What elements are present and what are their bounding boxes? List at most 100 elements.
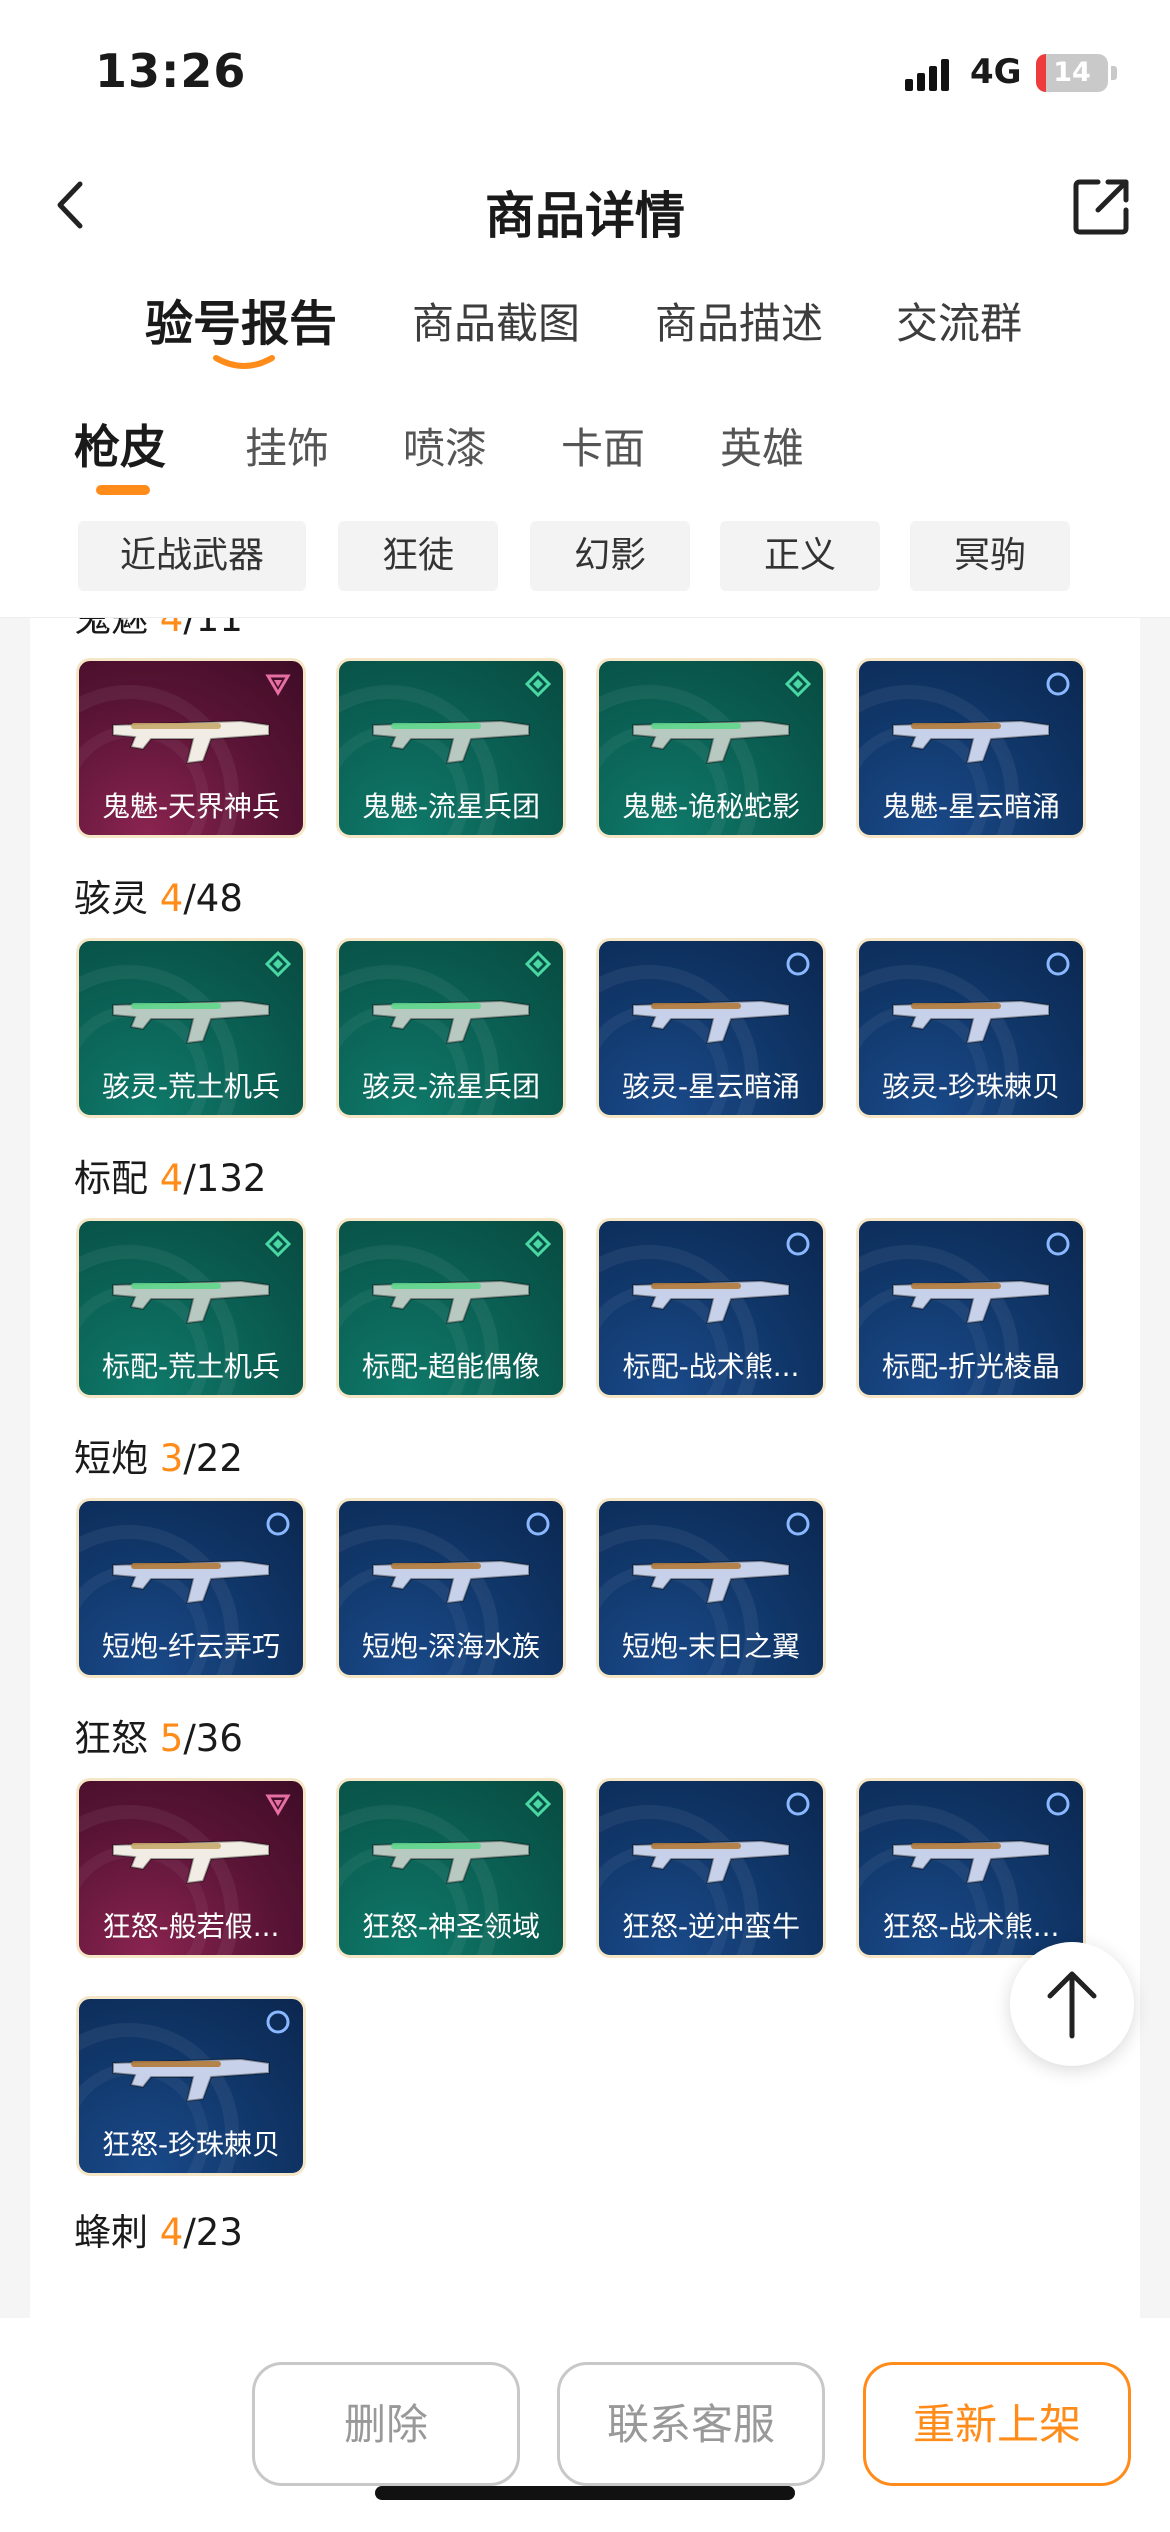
- skin-name: 鬼魅-流星兵团: [361, 790, 541, 823]
- arrow-up-icon: [1047, 1971, 1097, 2039]
- gun-skin-icon: [372, 1839, 530, 1885]
- skin-card[interactable]: 骇灵-荒土机兵: [76, 938, 306, 1118]
- weapon-name: 鬼魅: [74, 618, 160, 640]
- gun-skin-icon: [112, 2057, 270, 2103]
- owned-count: 4: [159, 2211, 184, 2254]
- skin-name: 标配-荒土机兵: [101, 1350, 281, 1383]
- skin-card[interactable]: 骇灵-星云暗涌: [596, 938, 826, 1118]
- skin-name: 鬼魅-星云暗涌: [881, 790, 1061, 823]
- skin-card[interactable]: 狂怒-珍珠棘贝: [76, 1996, 306, 2176]
- filter-chip[interactable]: 冥驹: [910, 521, 1070, 591]
- weapon-name: 标配: [74, 1157, 160, 1200]
- skin-card[interactable]: 骇灵-流星兵团: [336, 938, 566, 1118]
- skin-list: 鬼魅 4/11 鬼魅-天界神兵 鬼魅-流星兵团 鬼魅-诡秘蛇影 鬼魅-星云暗涌 骇灵 4/…: [30, 618, 1140, 2318]
- skin-name: 标配-折光棱晶: [881, 1350, 1061, 1383]
- skin-card[interactable]: 骇灵-珍珠棘贝: [856, 938, 1086, 1118]
- tier-diamond-icon: [265, 951, 291, 977]
- filter-chip[interactable]: 正义: [720, 521, 880, 591]
- gun-skin-icon: [632, 1279, 790, 1325]
- gun-skin-icon: [892, 1279, 1050, 1325]
- gun-skin-icon: [632, 999, 790, 1045]
- delete-button[interactable]: 删除: [252, 2362, 520, 2486]
- gun-skin-icon: [112, 999, 270, 1045]
- tier-diamond-icon: [525, 951, 551, 977]
- gun-skin-icon: [372, 1559, 530, 1605]
- tier-circle-icon: [266, 2010, 290, 2034]
- skin-name: 标配-战术熊...: [622, 1350, 800, 1383]
- signal-icon: [905, 57, 961, 91]
- tab-agents[interactable]: 英雄: [720, 415, 804, 476]
- skin-name: 狂怒-战术熊...: [882, 1910, 1060, 1943]
- filter-chip[interactable]: 狂徒: [338, 521, 498, 591]
- filter-chip[interactable]: 近战武器: [78, 521, 306, 591]
- tier-diamond-icon: [265, 1231, 291, 1257]
- tab-charms[interactable]: 挂饰: [245, 415, 329, 476]
- skin-card[interactable]: 狂怒-战术熊...: [856, 1778, 1086, 1958]
- skin-card[interactable]: 标配-荒土机兵: [76, 1218, 306, 1398]
- skin-card[interactable]: 狂怒-神圣领域: [336, 1778, 566, 1958]
- home-indicator: [375, 2486, 795, 2500]
- skin-card[interactable]: 短炮-纤云弄巧: [76, 1498, 306, 1678]
- tab-description[interactable]: 商品描述: [655, 290, 823, 351]
- status-bar: 13:26 4G 14: [0, 0, 1170, 140]
- owned-count: 4: [159, 618, 184, 640]
- tab-screenshots[interactable]: 商品截图: [412, 290, 580, 351]
- skin-name: 标配-超能偶像: [361, 1350, 541, 1383]
- skin-name: 狂怒-逆冲蛮牛: [621, 1910, 801, 1943]
- share-icon: [1073, 179, 1129, 235]
- contact-service-button[interactable]: 联系客服: [557, 2362, 825, 2486]
- section-title: 狂怒 5/36: [74, 1708, 243, 1762]
- tab-gun-skins[interactable]: 枪皮: [74, 411, 166, 477]
- skin-card[interactable]: 标配-超能偶像: [336, 1218, 566, 1398]
- battery-icon: 14: [1036, 54, 1108, 92]
- skin-name: 狂怒-般若假...: [102, 1910, 280, 1943]
- gun-skin-icon: [372, 719, 530, 765]
- category-tabs: 枪皮 挂饰 喷漆 卡面 英雄: [0, 405, 1170, 505]
- tier-circle-icon: [786, 952, 810, 976]
- section-title: 骇灵 4/48: [74, 868, 243, 922]
- active-tab-indicator: [213, 355, 275, 369]
- tab-chat-group[interactable]: 交流群: [896, 290, 1022, 351]
- skin-name: 鬼魅-天界神兵: [101, 790, 281, 823]
- skin-card[interactable]: 鬼魅-流星兵团: [336, 658, 566, 838]
- skin-name: 骇灵-流星兵团: [361, 1070, 541, 1103]
- weapon-filters: 近战武器 狂徒 幻影 正义 冥驹: [0, 513, 1170, 618]
- tier-circle-icon: [1046, 952, 1070, 976]
- tab-sprays[interactable]: 喷漆: [403, 415, 487, 476]
- owned-count: 5: [159, 1717, 184, 1760]
- filter-chip[interactable]: 幻影: [530, 521, 690, 591]
- skin-card[interactable]: 狂怒-逆冲蛮牛: [596, 1778, 826, 1958]
- skin-card[interactable]: 鬼魅-诡秘蛇影: [596, 658, 826, 838]
- tab-inspection-report[interactable]: 验号报告: [145, 284, 337, 354]
- skin-name: 短炮-深海水族: [361, 1630, 541, 1663]
- skin-card[interactable]: 标配-折光棱晶: [856, 1218, 1086, 1398]
- battery-level: 14: [1053, 57, 1091, 88]
- relist-button[interactable]: 重新上架: [863, 2362, 1131, 2486]
- gun-skin-icon: [892, 999, 1050, 1045]
- gun-skin-icon: [112, 1839, 270, 1885]
- skin-name: 狂怒-神圣领域: [361, 1910, 541, 1943]
- gun-skin-icon: [112, 719, 270, 765]
- skin-name: 短炮-纤云弄巧: [101, 1630, 281, 1663]
- gun-skin-icon: [892, 1839, 1050, 1885]
- tab-cards[interactable]: 卡面: [561, 415, 645, 476]
- skin-card[interactable]: 短炮-末日之翼: [596, 1498, 826, 1678]
- skin-name: 鬼魅-诡秘蛇影: [621, 790, 801, 823]
- scroll-to-top-button[interactable]: [1010, 1942, 1134, 2066]
- skin-card[interactable]: 鬼魅-天界神兵: [76, 658, 306, 838]
- tier-circle-icon: [526, 1512, 550, 1536]
- section-title: 短炮 3/22: [74, 1428, 243, 1482]
- skin-name: 短炮-末日之翼: [621, 1630, 801, 1663]
- skin-card[interactable]: 狂怒-般若假...: [76, 1778, 306, 1958]
- tier-circle-icon: [786, 1232, 810, 1256]
- gun-skin-icon: [112, 1279, 270, 1325]
- skin-name: 骇灵-星云暗涌: [621, 1070, 801, 1103]
- skin-card[interactable]: 标配-战术熊...: [596, 1218, 826, 1398]
- weapon-name: 蜂刺: [74, 2211, 160, 2254]
- skin-card[interactable]: 鬼魅-星云暗涌: [856, 658, 1086, 838]
- total-count: /22: [183, 1437, 243, 1480]
- skin-card[interactable]: 短炮-深海水族: [336, 1498, 566, 1678]
- share-button[interactable]: [1068, 174, 1134, 240]
- gun-skin-icon: [372, 1279, 530, 1325]
- tier-circle-icon: [1046, 1232, 1070, 1256]
